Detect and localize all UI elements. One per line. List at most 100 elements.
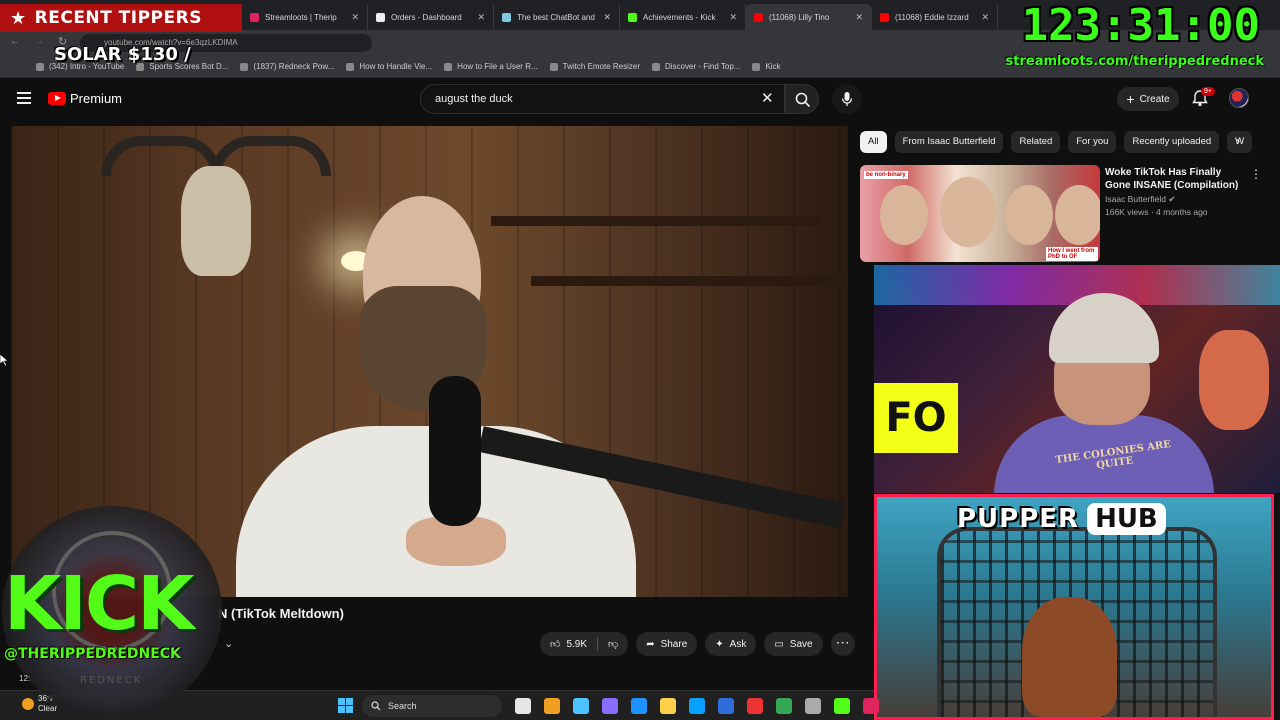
thumbs-down-icon[interactable]: 👎︎ [608, 638, 618, 650]
taskbar-app-icon[interactable] [544, 698, 560, 714]
browser-tab[interactable]: Streamloots | Therip ✕ [242, 4, 368, 30]
browser-tab[interactable]: The best ChatBot and ✕ [494, 4, 620, 30]
save-button[interactable]: ▭ Save [764, 632, 823, 656]
ask-label: Ask [729, 638, 747, 650]
filter-chips: All From Isaac Butterfield Related For you R… [860, 131, 1253, 153]
create-button[interactable]: + Create [1117, 87, 1179, 111]
more-actions-icon[interactable]: ⋯ [830, 632, 855, 656]
taskbar-app-icon[interactable] [834, 698, 850, 714]
neon-sign: FO [874, 383, 958, 453]
back-icon[interactable]: ← [10, 36, 20, 47]
bookmark-favicon-icon [652, 62, 660, 71]
taskbar-app-icon[interactable] [631, 698, 647, 714]
sparkle-icon: ✦ [715, 638, 724, 650]
related-video-thumbnail[interactable]: be non-binary How I went from PhD to OF [860, 165, 1100, 262]
browser-tab[interactable]: Orders - Dashboard ✕ [368, 4, 494, 30]
share-button[interactable]: ➦ Share [636, 632, 698, 656]
tab-favicon-icon [250, 12, 259, 22]
taskbar-search[interactable]: Search [362, 695, 502, 717]
cow-skull [181, 166, 251, 276]
bookmark-item[interactable]: Twitch Emote Resizer [549, 62, 640, 71]
divider [597, 637, 599, 651]
taskbar-app-icon[interactable] [573, 698, 589, 714]
thumb-face [880, 185, 928, 245]
tab-favicon-icon [376, 12, 385, 22]
weather-condition: Clear [38, 704, 58, 713]
search-button[interactable] [785, 84, 819, 114]
taskbar-app-icon[interactable] [602, 698, 618, 714]
mouse-cursor-icon [0, 354, 8, 366]
taskbar-app-icon[interactable] [515, 698, 531, 714]
hamburger-menu-icon[interactable] [17, 92, 31, 104]
filter-chip[interactable]: Recently uploaded [1124, 131, 1220, 153]
close-tab-icon[interactable]: ✕ [729, 12, 737, 23]
taskbar-app-icon[interactable] [776, 698, 792, 714]
tab-title: (11068) Lilly Tino [769, 12, 830, 22]
bookmark-item[interactable]: (1837) Redneck Pow... [240, 62, 334, 71]
close-tab-icon[interactable]: ✕ [855, 12, 863, 23]
taskbar-app-icon[interactable] [689, 698, 705, 714]
kick-logo: KICK [4, 561, 195, 647]
like-dislike-group: 👍︎ 5.9K 👎︎ [540, 632, 629, 656]
bookmark-item[interactable]: Discover - Find Top... [652, 62, 740, 71]
streamer-hand [1199, 330, 1269, 430]
windows-start-icon[interactable] [338, 698, 353, 713]
thumbs-up-icon[interactable]: 👍︎ [550, 638, 560, 650]
taskbar-app-icon[interactable] [747, 698, 763, 714]
thumb-face [1055, 185, 1100, 245]
filter-chip[interactable]: All [860, 131, 887, 153]
pupper-hub-logo: PUPPER HUB [957, 503, 1166, 535]
filter-chip[interactable]: For you [1068, 131, 1117, 153]
tab-favicon-icon [754, 12, 763, 22]
youtube-premium-logo[interactable]: Premium [48, 91, 122, 106]
plus-icon: + [1126, 91, 1135, 107]
streamer-webcam: THE COLONIES ARE QUITE FO [874, 265, 1280, 493]
bookmark-favicon-icon [549, 62, 558, 71]
like-count[interactable]: 5.9K [566, 639, 587, 650]
browser-tab[interactable]: Achievements - Kick ✕ [620, 4, 746, 30]
ask-button[interactable]: ✦ Ask [705, 632, 757, 656]
screen: Streamloots | Therip ✕ Orders - Dashboard ✕… [0, 0, 1280, 720]
tab-title: The best ChatBot and [517, 12, 595, 22]
browser-tab[interactable]: (11068) Lilly Tino ✕ [746, 4, 872, 30]
related-video-channel[interactable]: Isaac Butterfield ✔ [1105, 194, 1175, 205]
search-input[interactable]: august the duck [420, 84, 785, 114]
shelf-upper [491, 216, 821, 226]
recent-tippers-banner: ★ RECENT TIPPERS [0, 4, 242, 32]
bookmark-icon: ▭ [774, 638, 784, 650]
bookmark-item[interactable]: How to File a User R... [444, 62, 538, 71]
tab-title: Orders - Dashboard [391, 12, 462, 22]
related-video-title[interactable]: Woke TikTok Has Finally Gone INSANE (Com… [1105, 166, 1245, 192]
close-tab-icon[interactable]: ✕ [351, 12, 359, 23]
streamloots-url: streamloots.com/therippedredneck [1005, 54, 1264, 69]
browser-tab[interactable]: (11068) Eddie Izzard ✕ [872, 4, 998, 30]
bookmark-favicon-icon [36, 62, 44, 71]
thumb-caption-left: be non-binary [864, 171, 908, 179]
thumb-face [940, 177, 996, 247]
taskbar-app-icon[interactable] [805, 698, 821, 714]
tab-title: Streamloots | Therip [265, 12, 337, 22]
chevron-right-icon[interactable]: › [1236, 134, 1240, 148]
clear-search-icon[interactable]: ✕ [761, 89, 774, 107]
taskbar-app-icon[interactable] [718, 698, 734, 714]
search-icon [371, 701, 381, 711]
youtube-play-icon [48, 92, 66, 105]
filter-chip[interactable]: Related [1011, 131, 1061, 153]
filter-chip[interactable]: From Isaac Butterfield [894, 131, 1004, 153]
account-avatar[interactable] [1229, 88, 1249, 108]
tab-favicon-icon [628, 12, 637, 22]
taskbar-app-icon[interactable] [660, 698, 676, 714]
more-vert-icon[interactable]: ⋮ [1250, 167, 1262, 181]
bookmark-item[interactable]: Kick [752, 62, 781, 71]
bookmark-label: (1837) Redneck Pow... [253, 62, 335, 71]
chevron-down-icon[interactable]: ⌄ [224, 637, 233, 650]
close-tab-icon[interactable]: ✕ [477, 12, 485, 23]
shelf-lower [531, 276, 848, 286]
forward-icon[interactable]: → [34, 36, 44, 47]
bookmark-item[interactable]: How to Handle Vie... [346, 62, 432, 71]
close-tab-icon[interactable]: ✕ [603, 12, 611, 23]
taskbar-app-icon[interactable] [863, 698, 879, 714]
recent-tippers-label: RECENT TIPPERS [34, 8, 202, 28]
voice-search-button[interactable] [832, 84, 862, 114]
tab-favicon-icon [880, 12, 889, 22]
